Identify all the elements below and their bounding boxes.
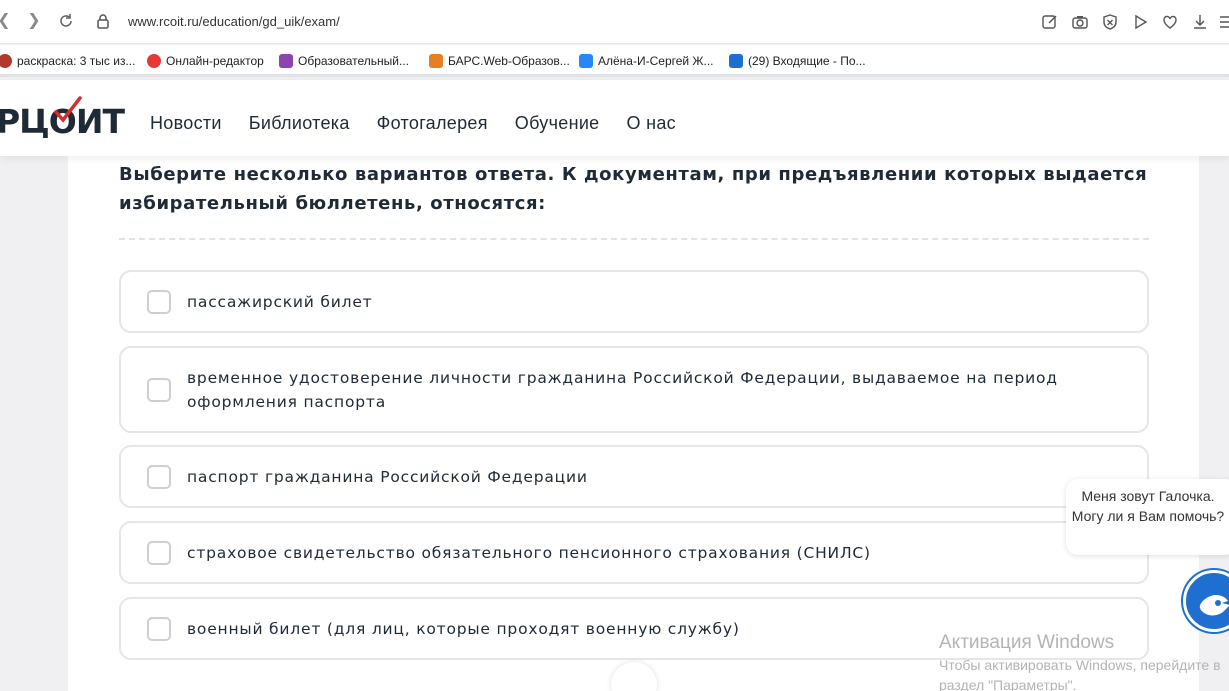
chat-bubble[interactable]: Меня зовут Галочка. Могу ли я Вам помочь… — [1066, 479, 1229, 555]
back-icon[interactable]: ❮ — [0, 11, 14, 31]
bookmark-item[interactable]: раскраска: 3 тыс из... — [0, 52, 135, 70]
windows-watermark-title: Активация Windows — [939, 632, 1115, 653]
answer-label: пассажирский билет — [187, 293, 373, 311]
answer-option[interactable]: паспорт гражданина Российской Федерации — [119, 445, 1149, 508]
bookmark-favicon-icon — [0, 54, 12, 68]
bookmark-item[interactable]: БАРС.Web-Образов... — [429, 52, 570, 70]
answer-option[interactable]: пассажирский билет — [119, 270, 1149, 333]
address-bar[interactable]: www.rcoit.ru/education/gd_uik/exam/ — [128, 14, 340, 29]
answer-checkbox[interactable] — [147, 290, 171, 314]
bookmark-item[interactable]: Алёна-И-Сергей Ж... — [579, 52, 714, 70]
lock-icon — [96, 13, 112, 31]
bookmark-label: БАРС.Web-Образов... — [448, 54, 570, 68]
bookmark-label: (29) Входящие - По... — [748, 54, 866, 68]
windows-watermark-line: раздел "Параметры". — [939, 677, 1077, 691]
nav-about[interactable]: О нас — [627, 113, 676, 134]
edit-icon[interactable] — [1041, 13, 1059, 31]
heart-icon[interactable] — [1161, 13, 1179, 31]
forward-icon[interactable]: ❯ — [24, 11, 44, 31]
bookmark-item[interactable]: Образовательный... — [279, 52, 409, 70]
answer-option[interactable]: временное удостоверение личности граждан… — [119, 346, 1149, 433]
bookmark-favicon-icon — [429, 54, 443, 68]
divider — [119, 238, 1149, 240]
site-header: РЦОИТ Новости Библиотека Фотогалерея Обу… — [0, 80, 1229, 156]
answer-checkbox[interactable] — [147, 465, 171, 489]
bookmark-favicon-icon — [279, 54, 293, 68]
reload-icon[interactable] — [56, 11, 76, 31]
answer-checkbox[interactable] — [147, 541, 171, 565]
bookmark-favicon-icon — [147, 54, 161, 68]
answer-checkbox[interactable] — [147, 617, 171, 641]
bookmark-label: Алёна-И-Сергей Ж... — [598, 54, 714, 68]
bookmark-item[interactable]: (29) Входящие - По... — [729, 52, 866, 70]
vk-icon — [579, 54, 593, 68]
windows-watermark-line: Чтобы активировать Windows, перейдите в — [939, 657, 1221, 673]
menu-icon[interactable] — [1218, 13, 1229, 31]
bookmark-label: Онлайн-редактор — [166, 54, 264, 68]
nav-library[interactable]: Библиотека — [249, 113, 350, 134]
answer-checkbox[interactable] — [147, 378, 171, 402]
main-nav: Новости Библиотека Фотогалерея Обучение … — [150, 113, 676, 134]
bookmark-label: раскраска: 3 тыс из... — [17, 54, 136, 68]
answer-label: страховое свидетельство обязательного пе… — [187, 544, 871, 562]
answer-option[interactable]: страховое свидетельство обязательного пе… — [119, 521, 1149, 584]
shield-icon[interactable] — [1101, 13, 1119, 31]
logo-check-icon — [54, 96, 82, 123]
hand-icon — [1199, 595, 1229, 616]
bookmarks-bar: раскраска: 3 тыс из... Онлайн-редактор О… — [0, 45, 1229, 77]
answer-label: военный билет (для лиц, которые проходят… — [187, 620, 740, 638]
play-icon[interactable] — [1131, 13, 1149, 31]
nav-education[interactable]: Обучение — [515, 113, 600, 134]
answer-label: паспорт гражданина Российской Федерации — [187, 468, 588, 486]
browser-toolbar: ❮ ❯ www.rcoit.ru/education/gd_uik/exam/ — [0, 0, 1229, 44]
bookmark-item[interactable]: Онлайн-редактор — [147, 52, 264, 70]
answer-label: временное удостоверение личности граждан… — [187, 369, 1058, 411]
mail-icon — [729, 54, 743, 68]
camera-icon[interactable] — [1071, 13, 1089, 31]
nav-news[interactable]: Новости — [150, 113, 222, 134]
bookmark-label: Образовательный... — [298, 54, 409, 68]
nav-gallery[interactable]: Фотогалерея — [377, 113, 488, 134]
question-text: Выберите несколько вариантов ответа. К д… — [119, 164, 1148, 214]
download-icon[interactable] — [1191, 13, 1209, 31]
